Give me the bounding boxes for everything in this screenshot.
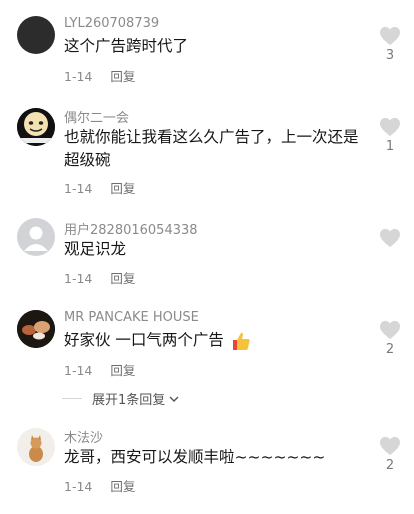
default-user-icon bbox=[24, 226, 48, 251]
comment-username[interactable]: 用户2828016054338 bbox=[64, 219, 198, 238]
reply-button[interactable]: 回复 bbox=[110, 479, 135, 494]
like-count bbox=[376, 250, 404, 266]
reply-button[interactable]: 回复 bbox=[110, 69, 135, 84]
comment-username[interactable]: LYL260708739 bbox=[64, 16, 159, 31]
like-count: 2 bbox=[385, 458, 395, 473]
comment-text: 观足识龙 bbox=[64, 240, 127, 258]
comment-text: 这个广告跨时代了 bbox=[64, 37, 189, 55]
heart-icon bbox=[380, 228, 400, 248]
comment-date: 1-14 bbox=[64, 363, 93, 378]
like-button[interactable] bbox=[376, 228, 404, 266]
comment-username[interactable]: 偶尔二一会 bbox=[64, 107, 129, 126]
comment-username[interactable]: MR PANCAKE HOUSE bbox=[64, 310, 199, 325]
comment-meta: 1-14 回复 bbox=[64, 476, 135, 495]
like-button[interactable]: 3 bbox=[376, 26, 404, 64]
comment-username[interactable]: 木法沙 bbox=[64, 427, 103, 446]
comment-meta: 1-14 回复 bbox=[64, 178, 135, 197]
avatar[interactable] bbox=[17, 310, 55, 348]
avatar[interactable] bbox=[17, 428, 55, 466]
thumbs-up-emoji-icon bbox=[230, 330, 252, 352]
comment-text: 也就你能让我看这么久广告了，上一次还是超级碗 bbox=[64, 128, 359, 169]
meme-face-icon bbox=[17, 108, 55, 146]
reply-button[interactable]: 回复 bbox=[110, 181, 135, 196]
divider-line bbox=[62, 398, 82, 399]
comment-date: 1-14 bbox=[64, 181, 93, 196]
heart-icon bbox=[380, 320, 400, 340]
avatar[interactable] bbox=[17, 108, 55, 146]
heart-icon bbox=[380, 117, 400, 137]
like-count: 1 bbox=[385, 139, 395, 154]
avatar[interactable] bbox=[17, 218, 55, 256]
cat-photo-icon bbox=[17, 428, 55, 466]
comment-date: 1-14 bbox=[64, 69, 93, 84]
comment-text: 好家伙 一口气两个广告 bbox=[64, 331, 224, 349]
comment-meta: 1-14 回复 bbox=[64, 268, 135, 287]
like-count: 2 bbox=[385, 342, 395, 357]
comment-text: 龙哥，西安可以发顺丰啦~~~~~~~ bbox=[64, 448, 326, 466]
food-photo-icon bbox=[17, 310, 55, 348]
avatar[interactable] bbox=[17, 16, 55, 54]
like-count: 3 bbox=[385, 48, 395, 63]
like-button[interactable]: 2 bbox=[376, 320, 404, 358]
like-button[interactable]: 1 bbox=[376, 117, 404, 155]
comment-date: 1-14 bbox=[64, 479, 93, 494]
chevron-down-icon bbox=[169, 396, 179, 402]
comment-date: 1-14 bbox=[64, 271, 93, 286]
reply-button[interactable]: 回复 bbox=[110, 363, 135, 378]
expand-replies-label: 展开1条回复 bbox=[92, 393, 166, 408]
heart-icon bbox=[380, 436, 400, 456]
comment-meta: 1-14 回复 bbox=[64, 360, 135, 379]
comment-meta: 1-14 回复 bbox=[64, 66, 135, 85]
heart-icon bbox=[380, 26, 400, 46]
like-button[interactable]: 2 bbox=[376, 436, 404, 474]
reply-button[interactable]: 回复 bbox=[110, 271, 135, 286]
expand-replies-button[interactable]: 展开1条回复 bbox=[62, 389, 181, 408]
